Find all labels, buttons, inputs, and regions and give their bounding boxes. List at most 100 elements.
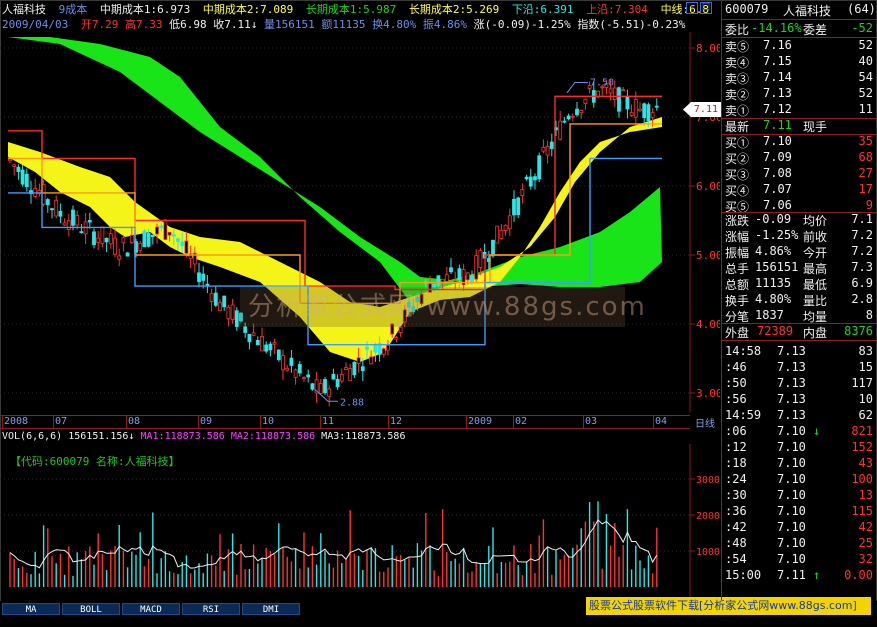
- date-label: 12: [390, 416, 403, 427]
- sell-label: 卖③: [725, 72, 750, 86]
- inner-value: 8376: [844, 324, 873, 338]
- tab-dmi[interactable]: DMI: [242, 603, 300, 615]
- candle-body: [226, 306, 231, 320]
- stat-value: 7.2: [851, 244, 873, 258]
- tick-time: :30: [725, 488, 747, 502]
- candle-body: [285, 367, 290, 371]
- buy-label: 买③: [725, 168, 750, 182]
- candle-body: [633, 99, 638, 118]
- quote-header: 2009/04/03 开7.29 高7.33 低6.98 收7.11↓ 量156…: [2, 16, 717, 31]
- date-tick: [260, 416, 261, 429]
- candle-body: [138, 242, 143, 251]
- window-icon[interactable]: 口: [700, 2, 712, 14]
- quote-row: 卖① 7.12 11: [725, 102, 873, 118]
- quote-turnover: 换4.80%: [372, 18, 417, 31]
- tab-macd[interactable]: MACD: [122, 603, 180, 615]
- candle-body: [478, 250, 483, 269]
- arrow-up-icon[interactable]: ⇧: [686, 2, 698, 14]
- candle-body: [306, 374, 311, 378]
- tab-rsi[interactable]: RSI: [182, 603, 240, 615]
- candle-body: [268, 343, 273, 351]
- candle-body: [260, 336, 264, 352]
- quote-row: :54 7.10 32: [725, 552, 873, 568]
- quote-row: 涨跌 -0.09 均价 7.1: [725, 212, 873, 228]
- quote-row: 分笔 1837 均量 8: [725, 308, 873, 324]
- tick-volume: 100: [851, 472, 873, 486]
- candle-body: [440, 278, 445, 283]
- price-axis-label: 3.00: [696, 387, 720, 400]
- candle-body: [524, 176, 529, 180]
- tick-time: 14:58: [725, 344, 762, 358]
- outer-value: 72389: [757, 324, 794, 338]
- stat-value: 11135: [755, 276, 792, 290]
- tab-boll[interactable]: BOLL: [62, 603, 120, 615]
- stock-name: 人福科技: [2, 3, 46, 16]
- candle-body: [386, 344, 390, 351]
- candle-body: [146, 232, 151, 247]
- sell-label: 卖①: [725, 104, 750, 118]
- low-annotation: 2.88: [340, 397, 364, 408]
- candle-body: [213, 292, 218, 306]
- sell-volume: 40: [858, 54, 873, 68]
- candle-body: [516, 197, 521, 216]
- quote-row: :42 7.10 42: [725, 520, 873, 536]
- buy-volume: 17: [858, 182, 873, 196]
- weicha-value: -52: [851, 21, 873, 35]
- candle-body: [507, 215, 512, 230]
- date-tick: [466, 416, 467, 429]
- vol-label: VOL(6,6,6): [2, 431, 63, 442]
- tick-volume: 115: [851, 504, 873, 518]
- candle-body: [629, 112, 634, 116]
- stat-value: 8: [865, 308, 873, 322]
- candle-body: [348, 368, 353, 381]
- candle-body: [75, 214, 80, 226]
- tick-price: 7.10: [777, 440, 806, 454]
- panel-market: (64): [847, 2, 876, 16]
- quote-row: 14:59 7.13 62: [725, 408, 873, 424]
- period-button[interactable]: 日线: [690, 415, 720, 430]
- quote-row: 买① 7.10 35: [725, 134, 873, 150]
- candle-body: [512, 198, 516, 216]
- date-tick: [2, 416, 3, 429]
- price-chart[interactable]: 8.007.006.005.004.003.00 7.502.88: [0, 32, 720, 412]
- date-tick: [583, 416, 584, 429]
- sell-volume: 11: [858, 102, 873, 116]
- candle-body: [293, 369, 298, 378]
- indicator-name[interactable]: 9成本: [59, 3, 88, 16]
- candle-body: [558, 120, 563, 140]
- long-cost-2: 长期成本2:5.269: [408, 3, 500, 16]
- candle-body: [100, 226, 105, 245]
- candle-body: [331, 373, 336, 380]
- candle-body: [528, 176, 533, 187]
- buy-volume: 35: [858, 134, 873, 148]
- candle-body: [310, 383, 315, 390]
- date-label: 11: [322, 416, 335, 427]
- sell-price: 7.12: [763, 102, 792, 116]
- tick-time: 14:59: [725, 408, 762, 422]
- quote-amount: 额11135: [321, 18, 366, 31]
- date-label: 03: [585, 416, 598, 427]
- high-annotation: 7.50: [590, 78, 614, 89]
- candle-body: [96, 237, 101, 243]
- candle-body: [142, 230, 147, 248]
- candle-body: [180, 241, 185, 247]
- volume-axis-label: 100000: [696, 547, 720, 558]
- quote-row: 卖④ 7.15 40: [725, 54, 873, 70]
- sell-volume: 52: [858, 38, 873, 52]
- mid-cost-2: 中期成本2:7.089: [202, 3, 294, 16]
- quote-row: 14:58 7.13 83: [725, 344, 873, 360]
- indicator-header: 人福科技 9成本 中期成本1:6.973 中期成本2:7.089 长期成本1:5…: [2, 1, 717, 16]
- candle-body: [251, 332, 256, 336]
- tick-volume: 10: [858, 392, 873, 406]
- tick-volume: 62: [858, 408, 873, 422]
- tick-time: 15:00: [725, 568, 762, 582]
- quote-row: 卖⑤ 7.16 52: [725, 38, 873, 54]
- candle-body: [125, 252, 130, 257]
- candle-body: [617, 87, 621, 112]
- tick-volume: 43: [858, 456, 873, 470]
- stat-label: 最低: [803, 278, 828, 292]
- tab-ma[interactable]: MA: [2, 603, 60, 615]
- candle-body: [365, 346, 369, 350]
- stat-label: 量比: [803, 294, 828, 308]
- quote-row: :12 7.10 152: [725, 440, 873, 456]
